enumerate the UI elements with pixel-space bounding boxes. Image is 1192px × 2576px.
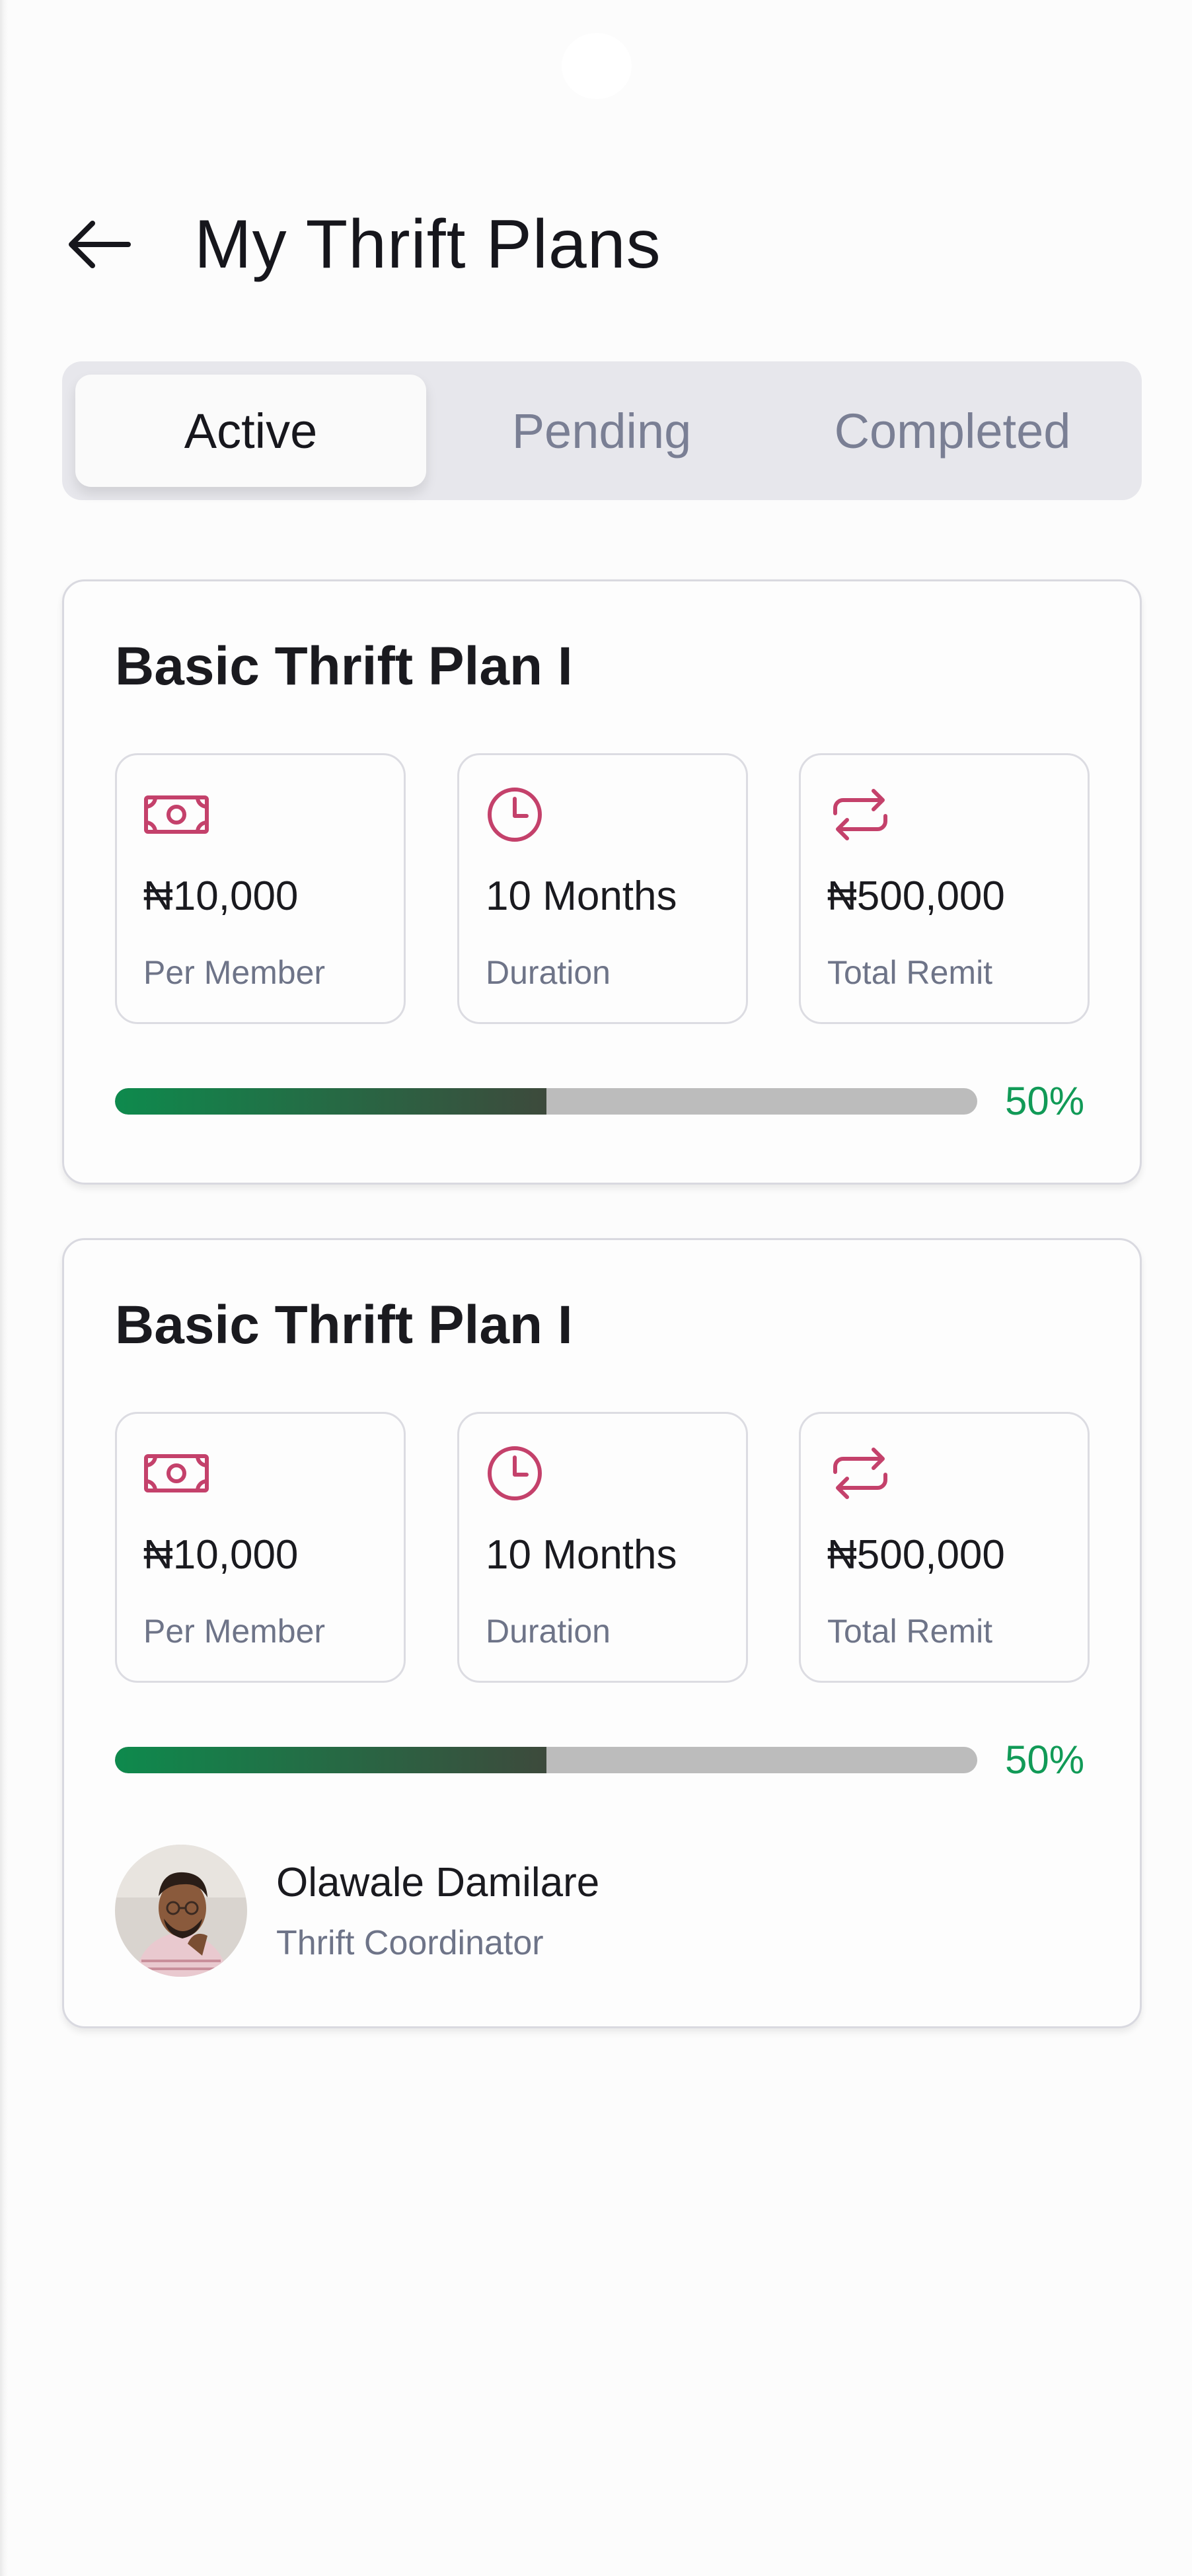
progress-fill	[115, 1747, 546, 1773]
device-edge	[0, 0, 8, 2576]
plan-card[interactable]: Basic Thrift Plan I ₦10,000 Per Member 1…	[62, 1238, 1142, 2028]
stat-value: ₦500,000	[827, 1532, 1005, 1578]
progress-fill	[115, 1088, 546, 1115]
stat-value: ₦10,000	[143, 873, 299, 919]
stat-label: Total Remit	[827, 954, 993, 991]
back-button[interactable]	[66, 209, 137, 280]
arrow-left-icon	[69, 221, 131, 268]
stat-per-member: ₦10,000 Per Member	[115, 753, 406, 1024]
stat-value: ₦10,000	[143, 1532, 299, 1578]
page-title: My Thrift Plans	[194, 205, 661, 283]
stat-label: Total Remit	[827, 1613, 993, 1650]
stat-value: 10 Months	[486, 1532, 677, 1578]
stat-label: Per Member	[143, 1613, 326, 1650]
coordinator-name: Olawale Damilare	[276, 1859, 600, 1905]
cash-icon	[144, 795, 209, 834]
cash-icon	[144, 1454, 209, 1492]
camera-cutout	[562, 33, 632, 99]
progress-percent: 50%	[1005, 1738, 1085, 1782]
stat-duration: 10 Months Duration	[457, 753, 748, 1024]
stat-label: Duration	[486, 954, 611, 991]
coordinator[interactable]: Olawale Damilare Thrift Coordinator	[115, 1845, 599, 1977]
tab-completed[interactable]: Completed	[777, 375, 1128, 487]
clock-icon	[488, 788, 542, 842]
stat-duration: 10 Months Duration	[457, 1412, 748, 1683]
tab-pending[interactable]: Pending	[426, 375, 777, 487]
clock-icon	[488, 1446, 542, 1500]
stat-total-remit: ₦500,000 Total Remit	[799, 1412, 1090, 1683]
avatar	[115, 1845, 247, 1977]
stat-label: Duration	[486, 1613, 611, 1650]
plan-status-tabs: Active Pending Completed	[62, 361, 1142, 500]
plan-title: Basic Thrift Plan I	[115, 636, 573, 696]
progress-percent: 50%	[1005, 1079, 1085, 1123]
progress-bar	[115, 1088, 977, 1115]
plan-title: Basic Thrift Plan I	[115, 1295, 573, 1355]
page-header: My Thrift Plans	[66, 198, 1150, 291]
stat-value: ₦500,000	[827, 873, 1005, 919]
stat-per-member: ₦10,000 Per Member	[115, 1412, 406, 1683]
progress-bar	[115, 1747, 977, 1773]
stat-value: 10 Months	[486, 873, 677, 919]
plan-card[interactable]: Basic Thrift Plan I ₦10,000 Per Member 1…	[62, 579, 1142, 1185]
repeat-icon	[833, 1448, 887, 1499]
stat-total-remit: ₦500,000 Total Remit	[799, 753, 1090, 1024]
stat-label: Per Member	[143, 954, 326, 991]
repeat-icon	[833, 789, 887, 840]
tab-active[interactable]: Active	[75, 375, 426, 487]
coordinator-role: Thrift Coordinator	[276, 1923, 544, 1962]
coordinator-info: Olawale Damilare Thrift Coordinator	[276, 1859, 599, 1963]
